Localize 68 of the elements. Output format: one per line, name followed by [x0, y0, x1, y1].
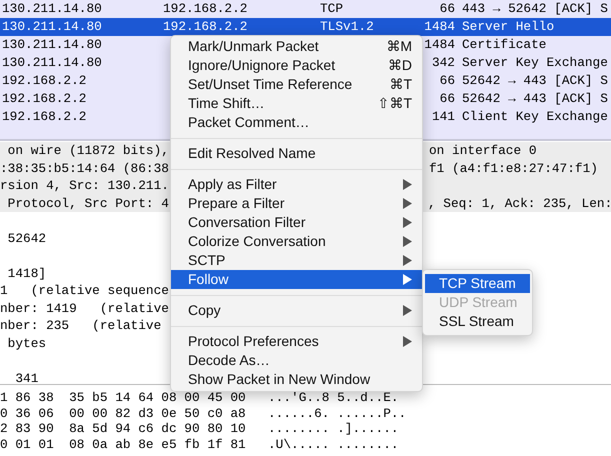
- detail-line: , Seq: 1, Ack: 235, Len:: [426, 194, 611, 212]
- menu-item[interactable]: Colorize Conversation: [171, 232, 422, 251]
- packet-info: 443 → 52642 [ACK] S: [461, 0, 608, 18]
- packet-length: 66: [438, 0, 455, 18]
- detail-line: nber: 235 (relative: [0, 317, 162, 334]
- ascii-bytes: ........ .]......: [268, 421, 399, 436]
- hex-bytes: 0 36 06 00 00 82 d3 0e 50 c0 a8: [0, 406, 247, 421]
- packet-destination: 192.168.2.2: [163, 18, 248, 36]
- packet-source: 130.211.14.80: [1, 0, 103, 18]
- shortcut-label: ⌘T: [389, 75, 412, 94]
- packet-source: 192.168.2.2: [1, 108, 88, 126]
- packet-info: 52642 → 443 [ACK] S: [461, 72, 608, 90]
- menu-item[interactable]: Prepare a Filter: [171, 194, 422, 213]
- packet-length: 141: [430, 108, 455, 126]
- detail-line: 52642: [6, 230, 48, 247]
- packet-length: 66: [438, 90, 455, 108]
- packet-source: 130.211.14.80: [1, 18, 103, 36]
- detail-line: f1 (a4:f1:e8:27:47:f1): [428, 160, 598, 177]
- submenu-item[interactable]: SSL Stream: [425, 312, 530, 331]
- packet-source: 192.168.2.2: [1, 90, 88, 108]
- detail-line: rsion 4, Src: 130.211.: [0, 177, 170, 194]
- menu-item[interactable]: Apply as Filter: [171, 175, 422, 194]
- shortcut-label: ⌘D: [388, 56, 412, 75]
- packet-info: Certificate: [461, 36, 546, 54]
- ascii-bytes: .U\..... ........: [268, 436, 399, 452]
- detail-line: Protocol, Src Port: 4: [6, 194, 169, 212]
- menu-item[interactable]: Ignore/Unignore Packet ⌘D: [171, 56, 422, 75]
- menu-item[interactable]: Protocol Preferences: [171, 332, 422, 351]
- detail-line: 341: [14, 370, 40, 387]
- ascii-bytes: ......6. ......P..: [268, 406, 406, 421]
- detail-line: on wire (11872 bits),: [6, 142, 170, 160]
- detail-line: on interface 0: [428, 142, 537, 160]
- packet-info: Server Key Exchange: [461, 54, 608, 72]
- detail-line: 1 (relative sequence: [0, 282, 170, 300]
- menu-item[interactable]: Show Packet in New Window: [171, 370, 422, 389]
- detail-line: nber: 1419 (relative: [0, 300, 170, 317]
- detail-line: 1418]: [6, 264, 48, 282]
- menu-item[interactable]: Packet Comment…: [171, 113, 422, 132]
- menu-item[interactable]: Conversation Filter: [171, 213, 422, 232]
- packet-info: Client Key Exchange: [461, 108, 608, 126]
- ascii-bytes: ...'G..8 5..d..E.: [268, 390, 399, 406]
- packet-length: 1484: [423, 36, 455, 54]
- detail-line: :38:35:b5:14:64 (86:38: [0, 160, 170, 177]
- submenu-item[interactable]: TCP Stream: [425, 274, 530, 293]
- menu-item[interactable]: Decode As…: [171, 351, 422, 370]
- packet-length: 342: [430, 54, 455, 72]
- packet-length: 66: [438, 72, 455, 90]
- packet-source: 192.168.2.2: [1, 72, 88, 90]
- packet-info: Server Hello: [461, 18, 554, 36]
- detail-line: bytes: [6, 334, 48, 352]
- hex-bytes: 2 83 90 8a 5d 94 c6 dc 90 80 10: [0, 421, 247, 436]
- menu-item[interactable]: Copy: [171, 301, 422, 320]
- menu-item[interactable]: Mark/Unmark Packet ⌘M: [171, 37, 422, 56]
- menu-item[interactable]: Time Shift… ⇧⌘T: [171, 94, 422, 113]
- menu-item[interactable]: SCTP: [171, 251, 422, 270]
- menu-item[interactable]: Edit Resolved Name: [171, 144, 422, 163]
- hex-bytes: 0 01 01 08 0a ab 8e e5 fb 1f 81: [0, 436, 247, 452]
- shortcut-label: ⇧⌘T: [377, 94, 412, 113]
- packet-protocol: TLSv1.2: [320, 18, 375, 36]
- packet-destination: 192.168.2.2: [163, 0, 248, 18]
- shortcut-label: ⌘M: [386, 37, 412, 56]
- packet-source: 130.211.14.80: [1, 36, 103, 54]
- menu-item[interactable]: Set/Unset Time Reference ⌘T: [171, 75, 422, 94]
- hex-bytes: 1 86 38 35 b5 14 64 08 00 45 00: [0, 390, 247, 406]
- packet-info: 52642 → 443 [ACK] S: [461, 90, 608, 108]
- packet-source: 130.211.14.80: [1, 54, 103, 72]
- packet-length: 1484: [423, 18, 455, 36]
- packet-protocol: TCP: [320, 0, 344, 18]
